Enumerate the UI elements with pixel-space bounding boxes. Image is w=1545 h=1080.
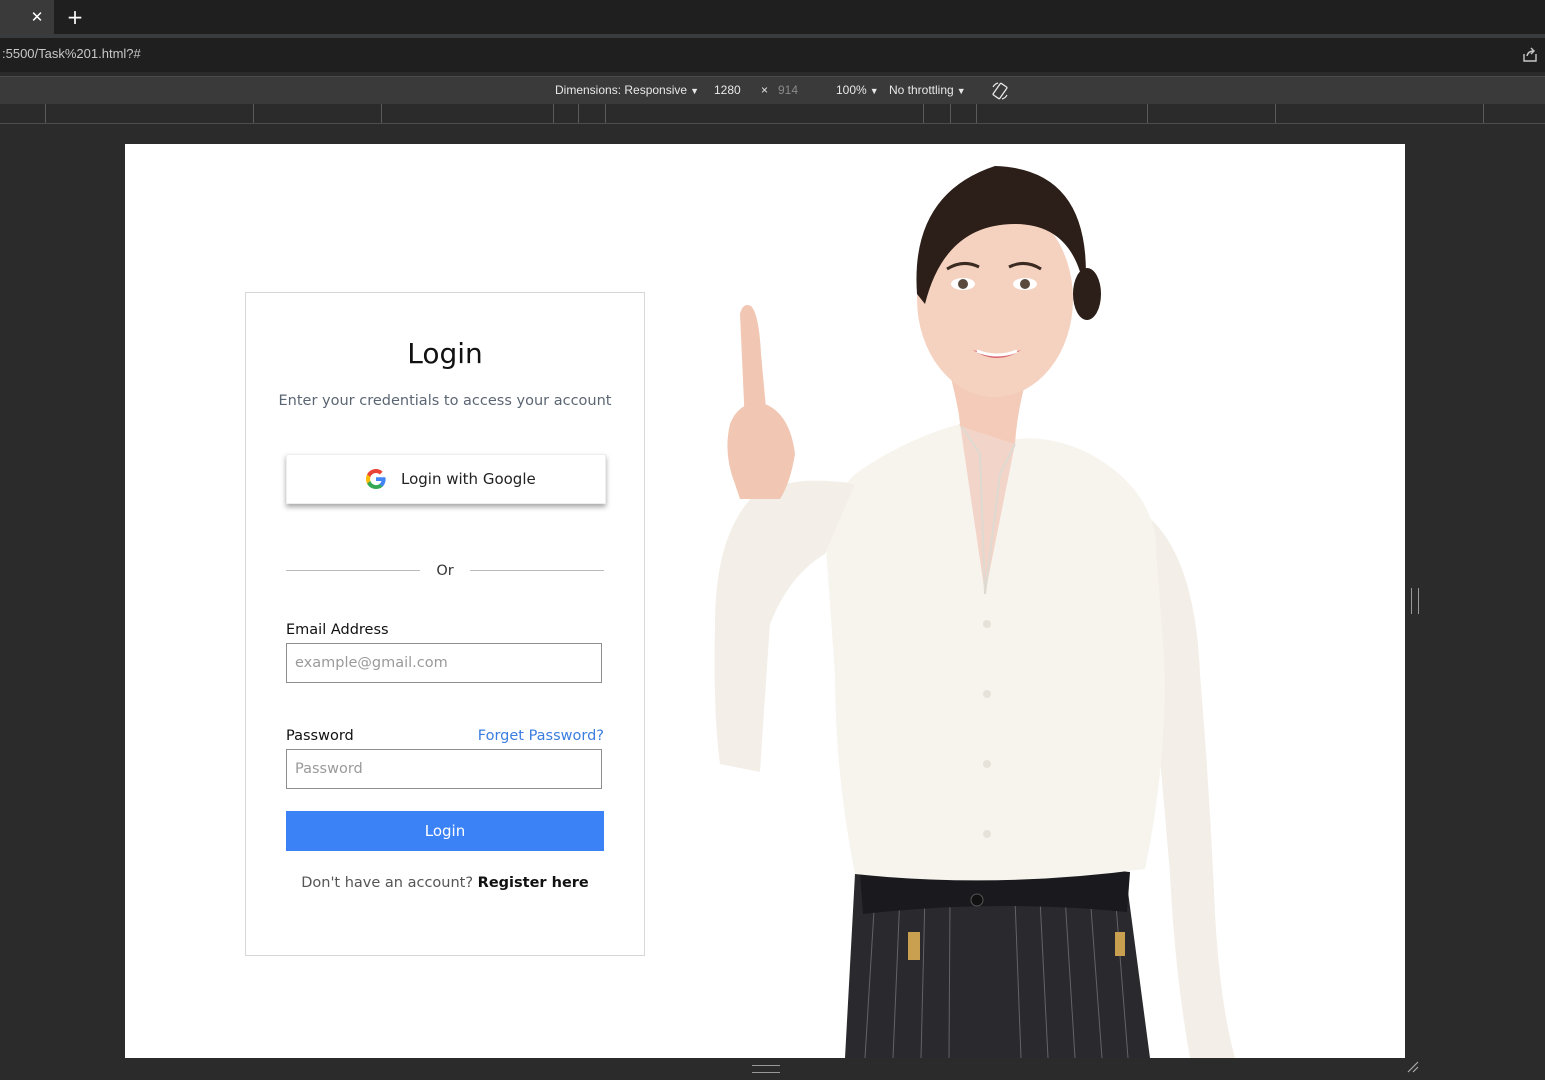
resize-corner-icon[interactable] [1406, 1060, 1420, 1074]
viewport-resize-handle-right[interactable] [1411, 588, 1419, 614]
email-label: Email Address [286, 622, 389, 638]
login-button[interactable]: Login [286, 811, 604, 851]
address-bar[interactable]: :5500/Task%201.html?# [0, 38, 1545, 72]
device-toolbar: Dimensions: Responsive ▼ 1280 × 914 100% ▼… [0, 76, 1545, 105]
dropdown-caret-icon: ▼ [690, 86, 699, 96]
login-subtitle: Enter your credentials to access your ac… [278, 393, 612, 409]
forgot-password-link[interactable]: Forget Password? [478, 728, 604, 744]
divider-text: Or [436, 563, 454, 579]
google-login-button[interactable]: Login with Google [286, 454, 606, 504]
login-card: Login Enter your credentials to access y… [245, 292, 645, 956]
tab-strip: ✕ + [0, 0, 1545, 34]
dropdown-caret-icon: ▼ [956, 86, 966, 96]
dimensions-label: Dimensions: Responsive [555, 83, 688, 97]
viewport-resize-handle-bottom[interactable] [752, 1065, 780, 1073]
throttling-dropdown[interactable]: No throttling ▼ [889, 83, 966, 97]
google-button-label: Login with Google [401, 470, 536, 488]
dropdown-caret-icon: ▼ [869, 86, 879, 96]
or-divider: Or [286, 561, 604, 581]
page-viewport: Login Enter your credentials to access y… [125, 144, 1405, 1058]
rotate-icon[interactable] [990, 81, 1010, 101]
height-input[interactable]: 914 [778, 83, 798, 97]
dimension-separator: × [761, 83, 769, 97]
email-field[interactable] [286, 643, 602, 683]
close-icon[interactable]: ✕ [24, 5, 50, 29]
google-logo-icon [366, 469, 386, 489]
page-title: Login [407, 337, 483, 370]
zoom-label: 100% [836, 83, 867, 97]
register-prompt: Don't have an account? Register here [246, 875, 644, 891]
media-query-ruler [0, 104, 1545, 124]
hero-person-image [714, 166, 1235, 1058]
url-text[interactable]: :5500/Task%201.html?# [2, 46, 141, 61]
register-prompt-text: Don't have an account? [301, 875, 474, 891]
password-label: Password [286, 728, 354, 744]
share-icon[interactable] [1521, 46, 1539, 64]
password-field[interactable] [286, 749, 602, 789]
dimensions-dropdown[interactable]: Dimensions: Responsive ▼ [555, 83, 699, 97]
zoom-dropdown[interactable]: 100% ▼ [836, 83, 879, 97]
plus-icon[interactable]: + [62, 4, 88, 30]
width-input[interactable]: 1280 [714, 83, 741, 97]
register-link[interactable]: Register here [478, 875, 589, 891]
throttling-label: No throttling [889, 83, 954, 97]
